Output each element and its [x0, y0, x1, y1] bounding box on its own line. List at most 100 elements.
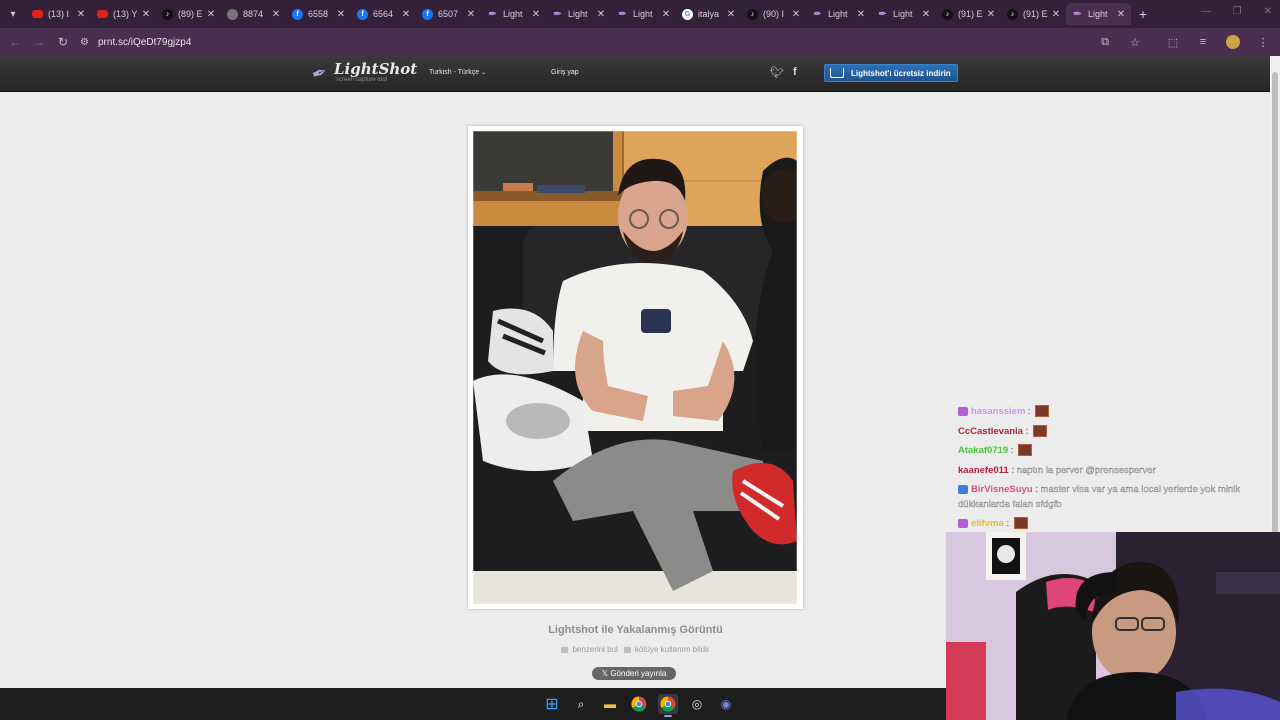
tab-title: 6507 — [438, 9, 459, 19]
windows-start-icon[interactable]: ⊞ — [542, 694, 562, 714]
close-tab-icon[interactable]: ✕ — [400, 9, 412, 20]
install-app-icon[interactable]: ⧉ — [1094, 31, 1116, 53]
chat-separator: : — [1003, 518, 1012, 529]
browser-tab[interactable]: ♪ (90) I ✕ — [741, 3, 806, 25]
tab-title: Light — [633, 9, 653, 19]
close-tab-icon[interactable]: ✕ — [725, 9, 737, 20]
browser-tab[interactable]: ✒ Light ✕ — [1066, 3, 1131, 25]
close-window-icon[interactable]: ✕ — [1264, 6, 1272, 17]
close-tab-icon[interactable]: ✕ — [1115, 9, 1127, 20]
subscriber-badge-icon — [958, 518, 968, 528]
find-similar-link[interactable]: benzerini bul — [561, 645, 617, 654]
media-control-icon[interactable]: ≡ — [1192, 31, 1214, 53]
extensions-icon[interactable]: ⬚ — [1162, 31, 1184, 53]
file-explorer-icon[interactable]: ▬ — [600, 694, 620, 714]
browser-tab[interactable]: f 6558 ✕ — [286, 3, 351, 25]
chat-separator: : — [1008, 445, 1017, 456]
browser-tab[interactable]: ✒ Light ✕ — [481, 3, 546, 25]
browser-tab[interactable]: ✒ Light ✕ — [806, 3, 871, 25]
lightshot-icon: ✒ — [1073, 8, 1082, 20]
close-tab-icon[interactable]: ✕ — [270, 9, 282, 20]
close-tab-icon[interactable]: ✕ — [205, 9, 217, 20]
screenshot-image[interactable] — [473, 131, 797, 604]
close-tab-icon[interactable]: ✕ — [660, 9, 672, 20]
close-tab-icon[interactable]: ✕ — [530, 9, 542, 20]
browser-tab[interactable]: 8874 ✕ — [221, 3, 286, 25]
login-link[interactable]: Giriş yap — [551, 69, 579, 76]
url-text[interactable]: prnt.sc/iQeDt79gjzp4 — [98, 37, 191, 48]
tab-title: (91) E — [1023, 9, 1048, 19]
chrome-active-icon[interactable] — [658, 694, 678, 717]
close-tab-icon[interactable]: ✕ — [140, 9, 152, 20]
browser-tab[interactable]: f 6507 ✕ — [416, 3, 481, 25]
webcam-image — [946, 532, 1280, 720]
chat-username: Atakaf0719 — [958, 445, 1009, 456]
close-tab-icon[interactable]: ✕ — [920, 9, 932, 20]
close-tab-icon[interactable]: ✕ — [855, 9, 867, 20]
browser-tab[interactable]: Gitalya ✕ — [676, 3, 741, 25]
streamer-webcam — [946, 532, 1280, 720]
close-tab-icon[interactable]: ✕ — [335, 9, 347, 20]
chat-message: Atakaf0719 : — [958, 441, 1258, 461]
close-tab-icon[interactable]: ✕ — [1050, 9, 1062, 20]
facebook-icon[interactable]: f — [793, 66, 797, 79]
forward-icon[interactable]: → — [27, 30, 51, 54]
close-tab-icon[interactable]: ✕ — [790, 9, 802, 20]
browser-tab[interactable]: ✒ Light ✕ — [871, 3, 936, 25]
x-logo-icon: 𝕏 — [601, 669, 609, 678]
avatar — [1226, 35, 1240, 49]
minimize-icon[interactable]: — — [1201, 6, 1211, 17]
lightshot-logo[interactable]: ✒ LightShot screen capture tool — [309, 61, 417, 85]
chrome-icon[interactable] — [629, 694, 649, 714]
close-tab-icon[interactable]: ✕ — [595, 9, 607, 20]
search-icon[interactable]: ⌕ — [571, 694, 591, 714]
close-tab-icon[interactable]: ✕ — [75, 9, 87, 20]
scrollbar-thumb[interactable] — [1272, 72, 1278, 594]
profile-avatar[interactable] — [1222, 31, 1244, 53]
browser-tab-strip: ▾ (13) I ✕ (13) Y ✕ ♪ (89) E ✕ 8874 ✕ f 6558 ✕ f 6564… — [0, 0, 1280, 28]
close-tab-icon[interactable]: ✕ — [465, 9, 477, 20]
tab-title: (89) E — [178, 9, 203, 19]
tab-title: 8874 — [243, 9, 264, 19]
reload-icon[interactable]: ↻ — [51, 30, 75, 54]
chrome-logo-graphic-active — [660, 696, 676, 712]
browser-tab[interactable]: ♪ (89) E ✕ — [156, 3, 221, 25]
menu-kebab-icon[interactable]: ⋮ — [1252, 31, 1274, 53]
browser-tab[interactable]: ♪ (91) E ✕ — [1001, 3, 1066, 25]
browser-tab[interactable]: ♪ (91) E ✕ — [936, 3, 1001, 25]
chat-username: hasanssiem — [971, 406, 1026, 417]
site-info-icon[interactable]: ⚙ — [80, 37, 98, 48]
tab-title: Light — [568, 9, 588, 19]
google-icon: G — [682, 8, 693, 20]
browser-tab[interactable]: f 6564 ✕ — [351, 3, 416, 25]
download-button[interactable]: Lightshot'ı ücretsiz indirin — [824, 64, 958, 82]
browser-tab[interactable]: ✒ Light ✕ — [546, 3, 611, 25]
bookmark-star-icon[interactable]: ☆ — [1124, 31, 1146, 53]
youtube-icon — [97, 10, 108, 18]
post-button-label: Gönderi yayınla — [610, 669, 667, 678]
browser-tab[interactable]: (13) I ✕ — [26, 3, 91, 25]
new-tab-button[interactable]: + — [1131, 6, 1155, 22]
tab-search-chevron-icon[interactable]: ▾ — [0, 0, 26, 28]
language-label: Turkish - Türkçe — [429, 69, 480, 76]
back-icon[interactable]: ← — [3, 30, 27, 54]
discord-icon[interactable]: ◉ — [716, 694, 736, 714]
obs-icon[interactable]: ◎ — [687, 694, 707, 714]
post-button[interactable]: 𝕏 Gönderi yayınla — [592, 667, 676, 680]
language-selector[interactable]: Turkish - Türkçe ⌄ — [429, 69, 486, 76]
emote-icon — [1032, 424, 1047, 437]
lightshot-icon: ✒ — [618, 8, 627, 20]
download-label: Lightshot'ı ücretsiz indirin — [851, 68, 951, 78]
twitter-icon[interactable]: 🐦︎ — [770, 66, 784, 79]
browser-tab[interactable]: (13) Y ✕ — [91, 3, 156, 25]
tab-title: (13) I — [48, 9, 70, 19]
chat-username: CcCastlevania — [958, 425, 1023, 437]
browser-tab[interactable]: ✒ Light ✕ — [611, 3, 676, 25]
chat-username: elifvma — [971, 518, 1004, 529]
report-abuse-link[interactable]: kötüye kullanım bildir — [624, 645, 710, 654]
close-tab-icon[interactable]: ✕ — [985, 9, 997, 20]
maximize-icon[interactable]: ❐ — [1233, 6, 1242, 17]
address-bar[interactable]: ⚙ prnt.sc/iQeDt79gjzp4 — [80, 31, 1170, 53]
toolbar-actions: ⧉ ☆ ⬚ ≡ ⋮ — [1094, 31, 1274, 53]
subscriber-badge-icon — [958, 484, 968, 494]
